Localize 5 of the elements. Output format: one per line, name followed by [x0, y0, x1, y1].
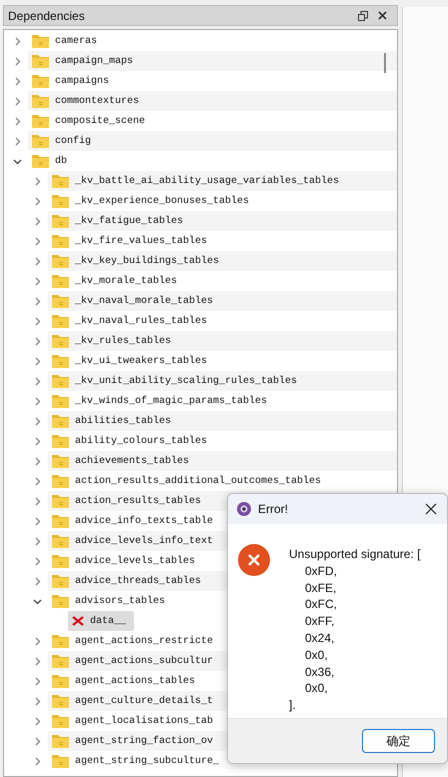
signature-byte: 0xFC, — [304, 596, 338, 614]
panel-title: Dependencies — [8, 8, 86, 22]
signature-byte: 0x24, — [304, 630, 336, 647]
signature-byte: 0xFF, — [304, 613, 336, 630]
closing-bracket: ]. — [289, 697, 297, 714]
